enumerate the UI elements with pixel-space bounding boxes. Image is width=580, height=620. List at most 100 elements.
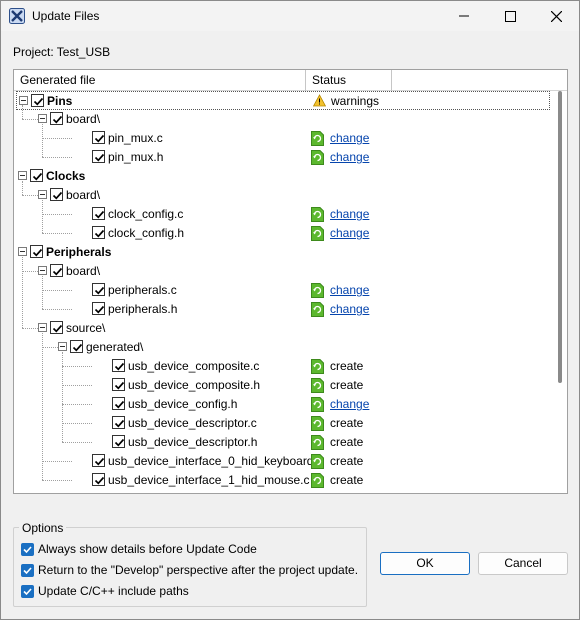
tree-file-row[interactable]: clock_config.c change (14, 205, 554, 224)
tree-item-label: pin_mux.h (108, 150, 164, 164)
file-refresh-icon (311, 416, 324, 431)
minimize-button[interactable] (441, 1, 487, 31)
tree-item-label: board\ (66, 112, 101, 126)
tree-checkbox[interactable] (112, 416, 125, 429)
tree-file-row[interactable]: clock_config.h change (14, 224, 554, 243)
tree-checkbox[interactable] (92, 150, 105, 163)
tree-folder-row[interactable]: Pins warnings (16, 91, 550, 110)
tree-file-row[interactable]: usb_device_descriptor.h create (14, 433, 554, 452)
collapse-toggle-icon[interactable] (19, 96, 28, 105)
status-change-link[interactable]: change (330, 207, 369, 221)
tree-file-row[interactable]: pin_mux.h change (14, 148, 554, 167)
vertical-scrollbar[interactable] (554, 91, 567, 493)
checkmark-icon (32, 172, 43, 181)
option-checkbox[interactable] (21, 585, 34, 598)
collapse-toggle-icon[interactable] (18, 171, 27, 180)
status-change-link[interactable]: change (330, 397, 369, 411)
collapse-toggle-icon[interactable] (38, 323, 47, 332)
tree-line (42, 214, 72, 215)
tree-line (42, 233, 72, 234)
checkmark-icon (114, 381, 125, 390)
tree-item-label: pin_mux.c (108, 131, 163, 145)
tree-checkbox[interactable] (50, 112, 63, 125)
tree-checkbox[interactable] (92, 454, 105, 467)
collapse-toggle-icon[interactable] (38, 114, 47, 123)
tree-checkbox[interactable] (112, 435, 125, 448)
file-refresh-icon (311, 435, 324, 450)
tree-checkbox[interactable] (112, 397, 125, 410)
option-label: Always show details before Update Code (38, 542, 257, 556)
tree-checkbox[interactable] (92, 302, 105, 315)
tree-file-row[interactable]: usb_device_descriptor.c create (14, 414, 554, 433)
tree-checkbox[interactable] (92, 207, 105, 220)
status-change-link[interactable]: change (330, 302, 369, 316)
tree-item-label: usb_device_interface_1_hid_mouse.c (108, 473, 310, 487)
collapse-toggle-icon[interactable] (18, 247, 27, 256)
tree-checkbox[interactable] (31, 94, 44, 107)
tree-checkbox[interactable] (112, 378, 125, 391)
tree-item-label: generated\ (86, 340, 144, 354)
tree-checkbox[interactable] (92, 473, 105, 486)
tree-file-row[interactable]: usb_device_config.h change (14, 395, 554, 414)
ok-button[interactable]: OK (380, 552, 470, 575)
option-checkbox[interactable] (21, 543, 34, 556)
option-checkbox[interactable] (21, 564, 34, 577)
status-change-link[interactable]: change (330, 226, 369, 240)
app-icon (9, 8, 25, 24)
tree-folder-row[interactable]: generated\ (14, 338, 554, 357)
status-change-link[interactable]: change (330, 283, 369, 297)
checkmark-icon (94, 210, 105, 219)
tree-checkbox[interactable] (50, 188, 63, 201)
tree-checkbox[interactable] (92, 283, 105, 296)
checkmark-icon (94, 286, 105, 295)
status-text: create (330, 454, 364, 468)
tree-item-label: usb_device_config.h (128, 397, 238, 411)
file-refresh-icon (311, 283, 324, 298)
tree-folder-row[interactable]: source\ (14, 319, 554, 338)
options-legend: Options (19, 521, 67, 535)
tree-file-row[interactable]: pin_mux.c change (14, 129, 554, 148)
tree-checkbox[interactable] (70, 340, 83, 353)
tree-checkbox[interactable] (50, 264, 63, 277)
tree-line (42, 290, 72, 291)
generated-files-tree[interactable]: Generated file Status Pins warnings board\… (13, 69, 568, 494)
column-header-status[interactable]: Status (306, 70, 392, 91)
tree-item-label: Peripherals (46, 245, 112, 259)
tree-item-label: usb_device_descriptor.c (128, 416, 257, 430)
tree-checkbox[interactable] (30, 169, 43, 182)
tree-file-row[interactable]: usb_device_interface_1_hid_mouse.c create (14, 471, 554, 490)
tree-header: Generated file Status (14, 70, 567, 91)
tree-file-row[interactable]: usb_device_composite.c create (14, 357, 554, 376)
tree-checkbox[interactable] (112, 359, 125, 372)
cancel-button[interactable]: Cancel (478, 552, 568, 575)
tree-file-row[interactable]: peripherals.h change (14, 300, 554, 319)
scrollbar-thumb[interactable] (558, 91, 562, 383)
tree-item-label: board\ (66, 188, 101, 202)
title-bar[interactable]: Update Files (1, 1, 579, 31)
column-header-generated-file[interactable]: Generated file (14, 70, 306, 91)
maximize-button[interactable] (487, 1, 533, 31)
collapse-toggle-icon[interactable] (38, 190, 47, 199)
tree-item-label: usb_device_descriptor.h (128, 435, 258, 449)
tree-folder-row[interactable]: Peripherals (14, 243, 554, 262)
tree-checkbox[interactable] (92, 131, 105, 144)
status-change-link[interactable]: change (330, 150, 369, 164)
tree-folder-row[interactable]: board\ (14, 110, 554, 129)
checkmark-icon (94, 457, 105, 466)
tree-line (62, 423, 92, 424)
tree-file-row[interactable]: usb_device_composite.h create (14, 376, 554, 395)
tree-folder-row[interactable]: board\ (14, 262, 554, 281)
collapse-toggle-icon[interactable] (58, 342, 67, 351)
tree-checkbox[interactable] (92, 226, 105, 239)
tree-line (42, 461, 72, 462)
tree-file-row[interactable]: usb_device_interface_0_hid_keyboard.c cre… (14, 452, 554, 471)
tree-checkbox[interactable] (30, 245, 43, 258)
status-change-link[interactable]: change (330, 131, 369, 145)
tree-folder-row[interactable]: board\ (14, 186, 554, 205)
tree-file-row[interactable]: peripherals.c change (14, 281, 554, 300)
close-button[interactable] (533, 1, 579, 31)
checkmark-icon (94, 134, 105, 143)
collapse-toggle-icon[interactable] (38, 266, 47, 275)
tree-checkbox[interactable] (50, 321, 63, 334)
tree-folder-row[interactable]: Clocks (14, 167, 554, 186)
